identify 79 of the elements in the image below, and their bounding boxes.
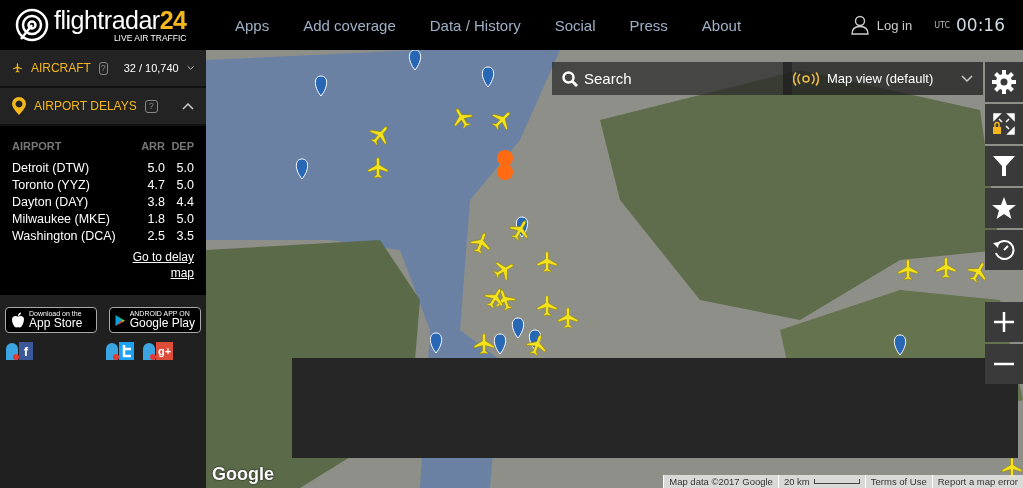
departure-delay: 5.0	[175, 211, 194, 228]
arrival-delay: 4.7	[146, 177, 165, 194]
favorites-button[interactable]	[985, 188, 1023, 228]
nav-link[interactable]: Apps	[218, 16, 287, 34]
map-pin-icon[interactable]	[408, 50, 422, 71]
column-header: ARR	[140, 139, 165, 154]
arrival-delay: 1.8	[146, 211, 165, 228]
location-pin-icon	[12, 97, 26, 115]
nav-link[interactable]: About	[684, 16, 759, 34]
help-button[interactable]: ?	[144, 99, 158, 113]
utc-label: UTC	[934, 20, 950, 30]
airport-name: Detroit (DTW)	[12, 160, 91, 177]
search-icon	[562, 71, 578, 87]
settings-icon	[991, 69, 1017, 95]
twitter-button[interactable]	[119, 342, 134, 360]
broadcast-icon	[793, 71, 819, 86]
nav-link[interactable]: Social	[537, 16, 613, 34]
map-pin-icon[interactable]	[295, 158, 309, 180]
settings-button[interactable]	[985, 62, 1023, 102]
departure-delay: 5.0	[175, 160, 194, 177]
airport-name: Milwaukee (MKE)	[12, 211, 111, 228]
map-pin-icon[interactable]	[893, 334, 907, 356]
nav-link[interactable]: Add coverage	[286, 16, 413, 34]
zoom-in-button[interactable]	[985, 302, 1023, 342]
filter-icon	[992, 155, 1016, 177]
map-provider-logo: Google	[212, 464, 274, 485]
google-plus-button[interactable]: g+	[156, 342, 174, 360]
arrival-delay: 5.0	[146, 160, 165, 177]
star-icon	[991, 196, 1017, 220]
airport-name: Washington (DCA)	[12, 228, 117, 245]
airport-name: Toronto (YYZ)	[12, 177, 91, 194]
map-drawing[interactable]: Search Map view (default) Google Map data ©2017 Google 20 km Terms of Use Report a map error	[206, 50, 1023, 488]
section-title: AIRPORT DELAYS	[34, 99, 137, 113]
help-button[interactable]: ?	[98, 61, 108, 75]
column-header: DEP	[170, 139, 194, 154]
user-icon	[850, 15, 869, 35]
ghost-icon	[5, 341, 19, 361]
clock-time: 00:16	[956, 15, 1005, 35]
plus-icon	[994, 312, 1014, 332]
departure-delay: 3.5	[175, 228, 194, 245]
departure-delay: 4.4	[175, 194, 194, 211]
map-pin-icon[interactable]	[511, 317, 525, 339]
chevron-down-icon	[186, 64, 194, 72]
ghost-icon	[105, 341, 119, 361]
arrival-delay: 3.8	[146, 194, 165, 211]
airport-name: Dayton (DAY)	[12, 194, 90, 211]
map-pin-icon[interactable]	[481, 66, 495, 88]
logo-wordmark[interactable]: flightradar24	[54, 7, 187, 33]
column-header: AIRPORT	[12, 139, 63, 154]
login-link[interactable]: Log in	[850, 15, 913, 35]
departure-delay: 5.0	[175, 177, 194, 194]
ghost-icon	[142, 341, 156, 361]
playback-button[interactable]	[985, 230, 1023, 270]
radar-logo-icon	[14, 7, 50, 43]
attribution-text[interactable]: Terms of Use	[864, 475, 932, 488]
logo-tagline: LIVE AIR TRAFFIC	[113, 33, 187, 43]
chevron-up-icon	[182, 102, 194, 110]
map-pin-icon[interactable]	[493, 333, 507, 355]
nav-link[interactable]: Press	[612, 16, 685, 34]
map-pin-icon[interactable]	[429, 332, 443, 354]
facebook-button[interactable]: f	[19, 342, 33, 360]
chevron-down-icon	[961, 74, 973, 83]
section-title: AIRCRAFT	[30, 61, 91, 75]
apple-icon	[11, 311, 25, 329]
arrival-delay: 2.5	[146, 228, 165, 245]
aircraft-count: 32 / 10,740	[123, 62, 179, 74]
zoom-out-button[interactable]	[985, 344, 1023, 384]
scale-bar: 20 km	[777, 475, 865, 488]
attribution-text: Map data ©2017 Google	[663, 475, 778, 488]
delay-map-link[interactable]: Go to delay map	[126, 249, 194, 281]
nav-link[interactable]: Data / History	[412, 16, 538, 34]
fullscreen-button[interactable]	[985, 104, 1023, 144]
fullscreen-lock-icon	[992, 112, 1016, 136]
filter-button[interactable]	[985, 146, 1023, 186]
history-icon	[992, 238, 1016, 262]
map-view-dropdown[interactable]: Map view (default)	[783, 62, 983, 95]
minus-icon	[994, 362, 1014, 366]
attribution-text[interactable]: Report a map error	[931, 475, 1023, 488]
map-pin-icon[interactable]	[314, 75, 328, 97]
